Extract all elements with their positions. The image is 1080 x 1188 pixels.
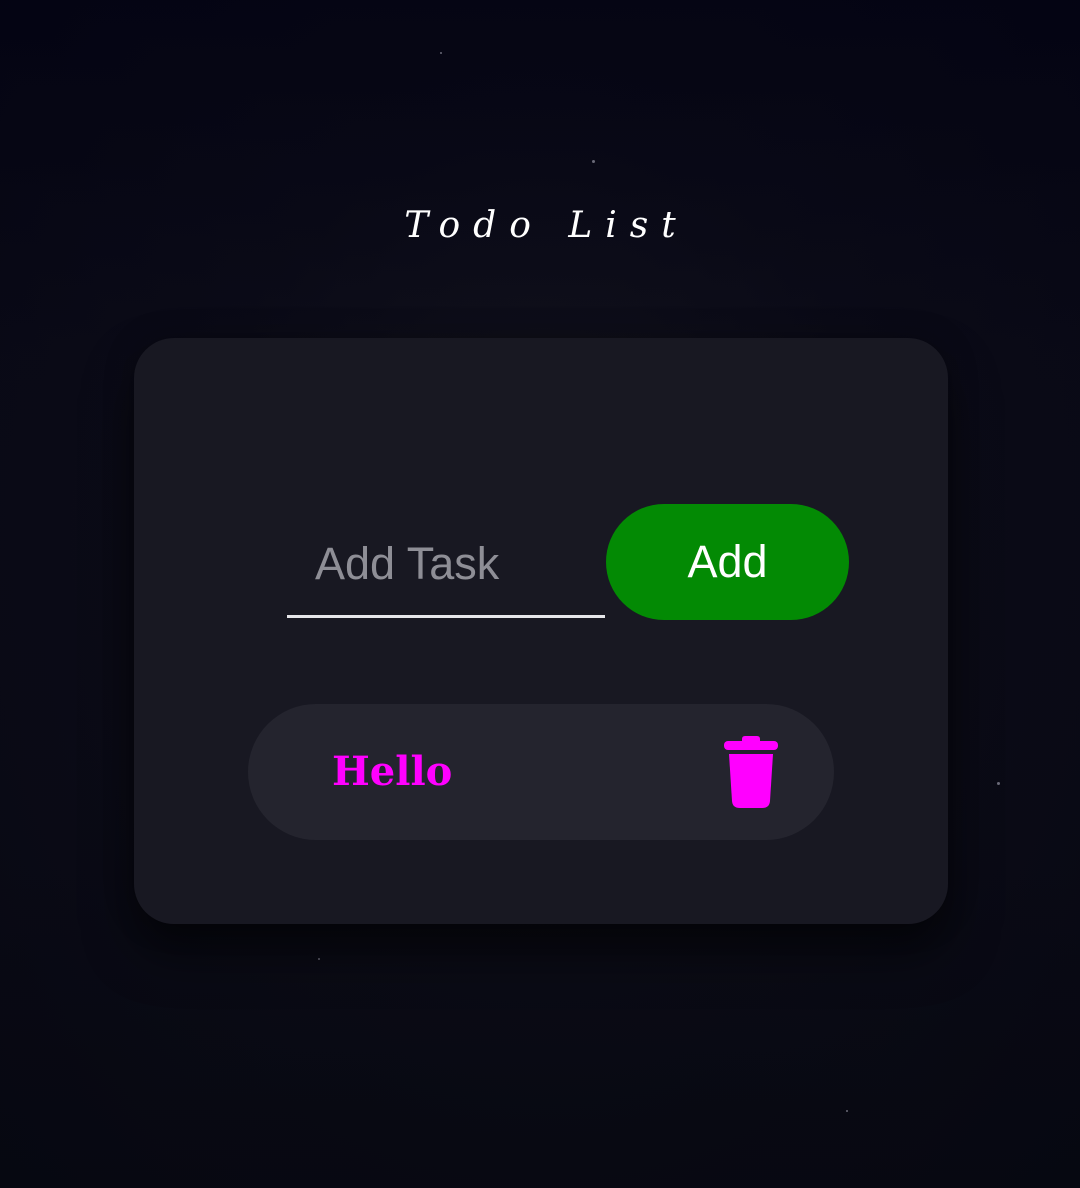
background-speck — [318, 958, 320, 960]
add-button[interactable]: Add — [606, 504, 849, 620]
todo-card: Add Hello — [134, 338, 948, 924]
task-item: Hello — [248, 704, 834, 840]
background-speck — [440, 52, 442, 54]
trash-icon — [724, 736, 778, 808]
background-speck — [846, 1110, 848, 1112]
background-speck — [997, 782, 1000, 785]
background-speck — [592, 160, 595, 163]
task-list: Hello — [248, 704, 834, 840]
delete-task-button[interactable] — [716, 734, 786, 810]
task-text: Hello — [332, 748, 453, 795]
add-task-input[interactable] — [287, 512, 605, 618]
page-title: Todo List — [404, 205, 689, 246]
